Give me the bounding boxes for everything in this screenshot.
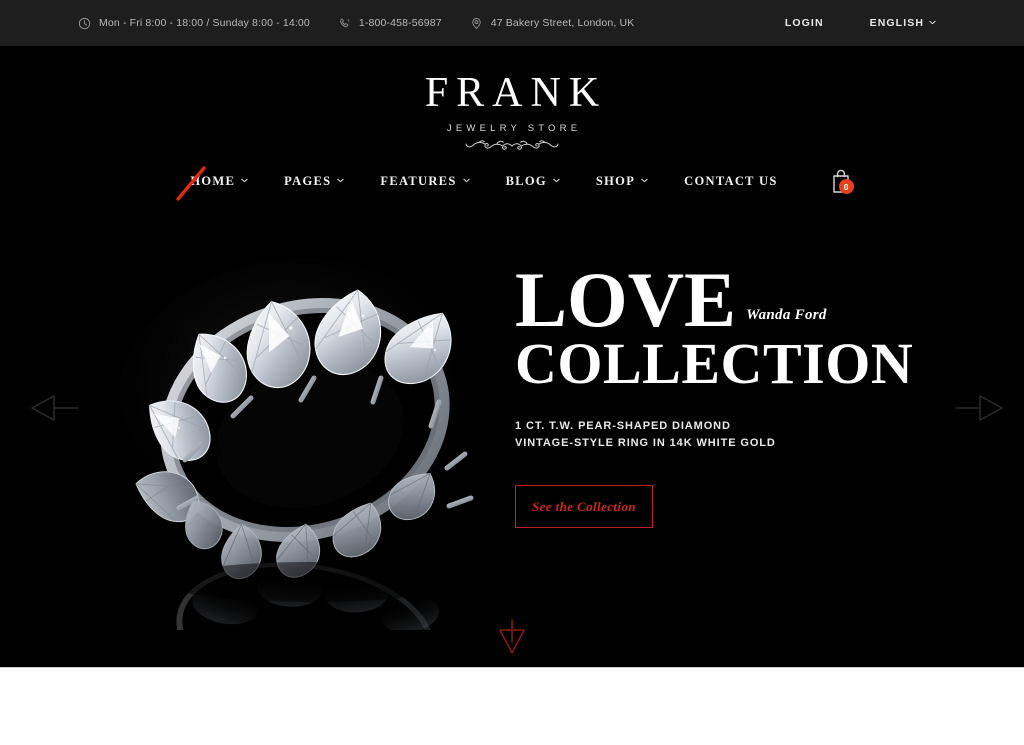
logo-tagline: JEWELRY STORE bbox=[446, 123, 582, 134]
nav-item-pages-label: PAGES bbox=[284, 173, 332, 188]
chevron-down-icon bbox=[241, 177, 248, 184]
see-the-collection-button[interactable]: See the Collection bbox=[515, 485, 653, 528]
nav-item-home[interactable]: HOME bbox=[172, 165, 266, 201]
hero-title-line2: COLLECTION bbox=[515, 331, 914, 396]
hero-title-line1: LOVE bbox=[515, 256, 737, 343]
chevron-down-icon bbox=[337, 177, 345, 184]
hero-subtitle: 1 CT. T.W. PEAR-SHAPED DIAMOND VINTAGE-S… bbox=[515, 418, 913, 452]
nav-item-contact-us-label: CONTACT US bbox=[684, 173, 778, 188]
clock-icon bbox=[78, 17, 91, 30]
hero-subtitle-line1: 1 CT. T.W. PEAR-SHAPED DIAMOND bbox=[515, 420, 731, 432]
hero-content: LOVE Wanda Ford COLLECTION 1 CT. T.W. PE… bbox=[515, 256, 914, 528]
language-selector[interactable]: ENGLISH bbox=[870, 17, 936, 29]
filigree-flourish-ornament bbox=[0, 138, 1024, 154]
nav-item-features-label: FEATURES bbox=[380, 173, 457, 188]
cart-count-badge: 0 bbox=[838, 179, 854, 194]
nav-item-shop-label: SHOP bbox=[595, 173, 636, 188]
see-the-collection-button-label: See the Collection bbox=[532, 498, 636, 514]
nav-item-pages[interactable]: PAGES bbox=[266, 174, 362, 189]
cart-button[interactable]: 0 bbox=[830, 168, 854, 194]
nav-item-features[interactable]: FEATURES bbox=[362, 174, 487, 189]
chevron-down-icon bbox=[462, 177, 470, 184]
topbar-hours: Mon - Fri 8:00 - 18:00 / Sunday 8:00 - 1… bbox=[78, 17, 310, 30]
hero-section: Mon - Fri 8:00 - 18:00 / Sunday 8:00 - 1… bbox=[0, 0, 1024, 667]
nav-item-blog-label: BLOG bbox=[505, 173, 547, 188]
nav-item-contact-us[interactable]: CONTACT US bbox=[666, 174, 795, 189]
scroll-down-triangle-icon bbox=[494, 616, 530, 656]
top-utility-bar: Mon - Fri 8:00 - 18:00 / Sunday 8:00 - 1… bbox=[0, 0, 1024, 46]
topbar-phone-text: 1-800-458-56987 bbox=[358, 17, 442, 29]
arrow-left-icon bbox=[28, 390, 84, 426]
chevron-down-icon bbox=[641, 177, 648, 184]
hero-title-row: LOVE Wanda Ford bbox=[515, 256, 913, 343]
slider-next-button[interactable] bbox=[950, 390, 1006, 426]
topbar-phone[interactable]: 1-800-458-56987 bbox=[338, 17, 442, 30]
page-root: Mon - Fri 8:00 - 18:00 / Sunday 8:00 - 1… bbox=[0, 0, 1024, 745]
main-navigation: HOME PAGES FEATURES BLOG SHOP CONTACT US… bbox=[0, 165, 1024, 201]
logo-wordmark: FRANK bbox=[424, 70, 608, 116]
login-link[interactable]: LOGIN bbox=[785, 17, 824, 29]
topbar-hours-text: Mon - Fri 8:00 - 18:00 / Sunday 8:00 - 1… bbox=[99, 17, 310, 29]
topbar-contact-group: Mon - Fri 8:00 - 18:00 / Sunday 8:00 - 1… bbox=[78, 17, 634, 30]
site-logo[interactable]: FRANK JEWELRY STORE bbox=[0, 72, 1024, 154]
scroll-down-button[interactable] bbox=[494, 616, 530, 656]
phone-icon bbox=[338, 17, 351, 30]
topbar-address: 47 Bakery Street, London, UK bbox=[470, 17, 635, 30]
arrow-right-icon bbox=[950, 390, 1006, 426]
nav-item-shop[interactable]: SHOP bbox=[578, 174, 666, 189]
section-divider bbox=[0, 667, 1024, 668]
topbar-address-text: 47 Bakery Street, London, UK bbox=[490, 17, 635, 29]
chevron-down-icon bbox=[553, 177, 560, 184]
nav-item-blog[interactable]: BLOG bbox=[488, 174, 578, 189]
chevron-down-icon bbox=[929, 19, 936, 26]
below-fold-section bbox=[0, 667, 1024, 745]
location-pin-icon bbox=[470, 17, 483, 30]
topbar-account-group: LOGIN ENGLISH bbox=[785, 0, 1024, 46]
hero-subtitle-line2: VINTAGE-STYLE RING IN 14K WHITE GOLD bbox=[515, 437, 776, 449]
diamond-eternity-ring-photo bbox=[105, 230, 525, 630]
nav-item-home-label: HOME bbox=[190, 173, 236, 188]
language-selector-label: ENGLISH bbox=[869, 17, 924, 29]
slider-prev-button[interactable] bbox=[28, 390, 84, 426]
